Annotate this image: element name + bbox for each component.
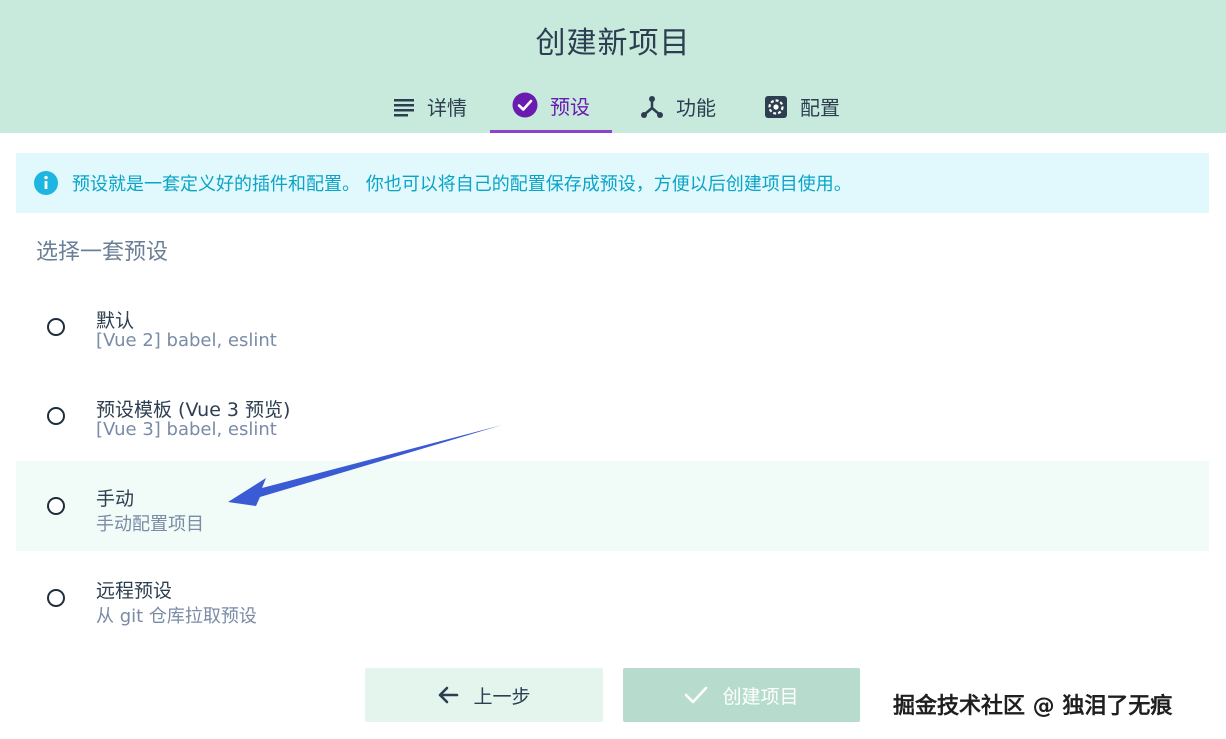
tab-details[interactable]: 详情 <box>380 80 480 133</box>
check-icon <box>684 685 708 705</box>
gear-icon <box>764 95 788 119</box>
preset-title: 手动 <box>96 488 135 510</box>
preset-title: 预设模板 (Vue 3 预览) <box>96 399 291 421</box>
radio-button[interactable] <box>47 318 65 336</box>
preset-desc: [Vue 3] babel, eslint <box>96 419 277 440</box>
tab-presets[interactable]: 预设 <box>490 80 612 133</box>
preset-desc: 从 git 仓库拉取预设 <box>96 606 257 627</box>
preset-option-manual[interactable]: 手动 手动配置项目 <box>16 461 1209 551</box>
watermark: 掘金技术社区 @ 独泪了无痕 <box>893 694 1173 719</box>
tab-presets-label: 预设 <box>550 94 590 119</box>
create-project-button-label: 创建项目 <box>722 685 799 708</box>
preset-title: 默认 <box>96 310 135 332</box>
previous-button[interactable]: 上一步 <box>365 668 603 722</box>
arrow-left-icon <box>437 685 459 705</box>
previous-button-label: 上一步 <box>473 685 531 708</box>
tab-config-label: 配置 <box>800 96 840 120</box>
create-project-button[interactable]: 创建项目 <box>623 668 860 722</box>
info-text: 预设就是一套定义好的插件和配置。 你也可以将自己的配置保存成预设，方便以后创建项… <box>72 174 852 195</box>
check-circle-icon <box>512 92 538 118</box>
preset-title: 远程预设 <box>96 580 173 602</box>
radio-button[interactable] <box>47 407 65 425</box>
info-banner: 预设就是一套定义好的插件和配置。 你也可以将自己的配置保存成预设，方便以后创建项… <box>16 153 1209 213</box>
header: 创建新项目 详情 预设 功能 配置 <box>0 0 1226 133</box>
preset-option-default[interactable]: 默认 [Vue 2] babel, eslint <box>16 282 1209 372</box>
section-title: 选择一套预设 <box>36 240 169 265</box>
preset-desc: 手动配置项目 <box>96 514 204 535</box>
info-icon <box>34 171 58 195</box>
radio-button[interactable] <box>47 497 65 515</box>
preset-option-remote[interactable]: 远程预设 从 git 仓库拉取预设 <box>16 553 1209 643</box>
fork-icon <box>640 95 664 119</box>
page-title: 创建新项目 <box>535 26 691 61</box>
tab-bar: 详情 预设 功能 配置 <box>0 80 1226 133</box>
tab-config[interactable]: 配置 <box>752 80 852 133</box>
preset-desc: [Vue 2] babel, eslint <box>96 330 277 351</box>
preset-option-vue3[interactable]: 预设模板 (Vue 3 预览) [Vue 3] babel, eslint <box>16 371 1209 461</box>
list-icon <box>393 97 415 117</box>
radio-button[interactable] <box>47 589 65 607</box>
tab-features[interactable]: 功能 <box>628 80 728 133</box>
tab-features-label: 功能 <box>676 96 716 120</box>
tab-details-label: 详情 <box>427 96 467 120</box>
